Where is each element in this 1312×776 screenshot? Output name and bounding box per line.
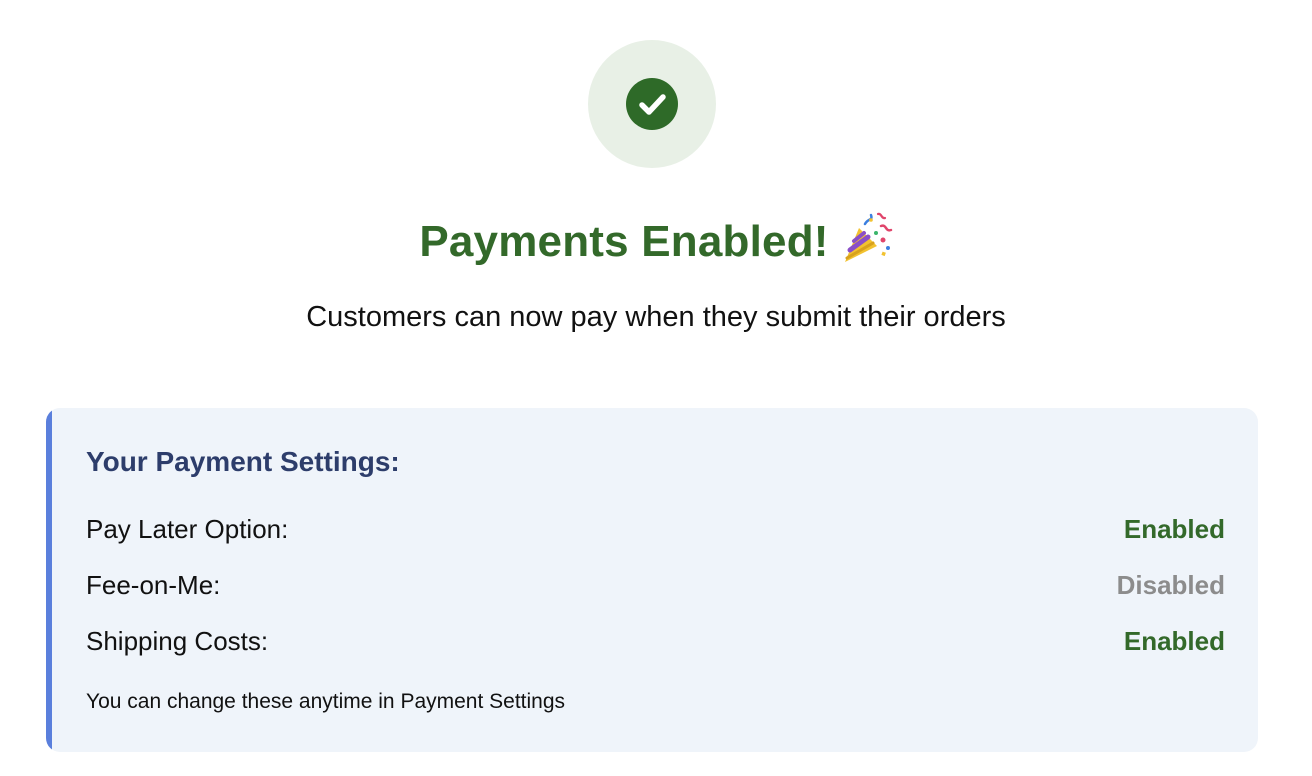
setting-label: Pay Later Option: [86, 514, 289, 544]
settings-card-heading: Your Payment Settings: [86, 446, 400, 477]
status-badge: Enabled [1123, 514, 1225, 544]
success-icon-circle [588, 40, 716, 168]
party-popper-icon [837, 210, 893, 266]
setting-label: Shipping Costs: [86, 626, 269, 656]
payment-settings-card: Your Payment Settings: Pay Later Option:… [46, 408, 1258, 752]
setting-row-fee-on-me: Fee-on-Me: Disabled [86, 570, 1225, 610]
page-title: Payments Enabled! [419, 217, 829, 266]
status-badge: Disabled [1116, 570, 1225, 600]
success-subtitle: Customers can now pay when they submit t… [306, 301, 1006, 333]
settings-note: You can change these anytime in Payment … [86, 690, 566, 713]
setting-label: Fee-on-Me: [86, 570, 221, 600]
status-badge: Enabled [1123, 626, 1225, 656]
setting-row-shipping-costs: Shipping Costs: Enabled [86, 626, 1225, 666]
setting-row-pay-later: Pay Later Option: Enabled [86, 514, 1225, 554]
card-accent-bar [46, 408, 52, 752]
title-row: Payments Enabled! [0, 212, 1312, 284]
check-circle-icon [626, 78, 678, 130]
